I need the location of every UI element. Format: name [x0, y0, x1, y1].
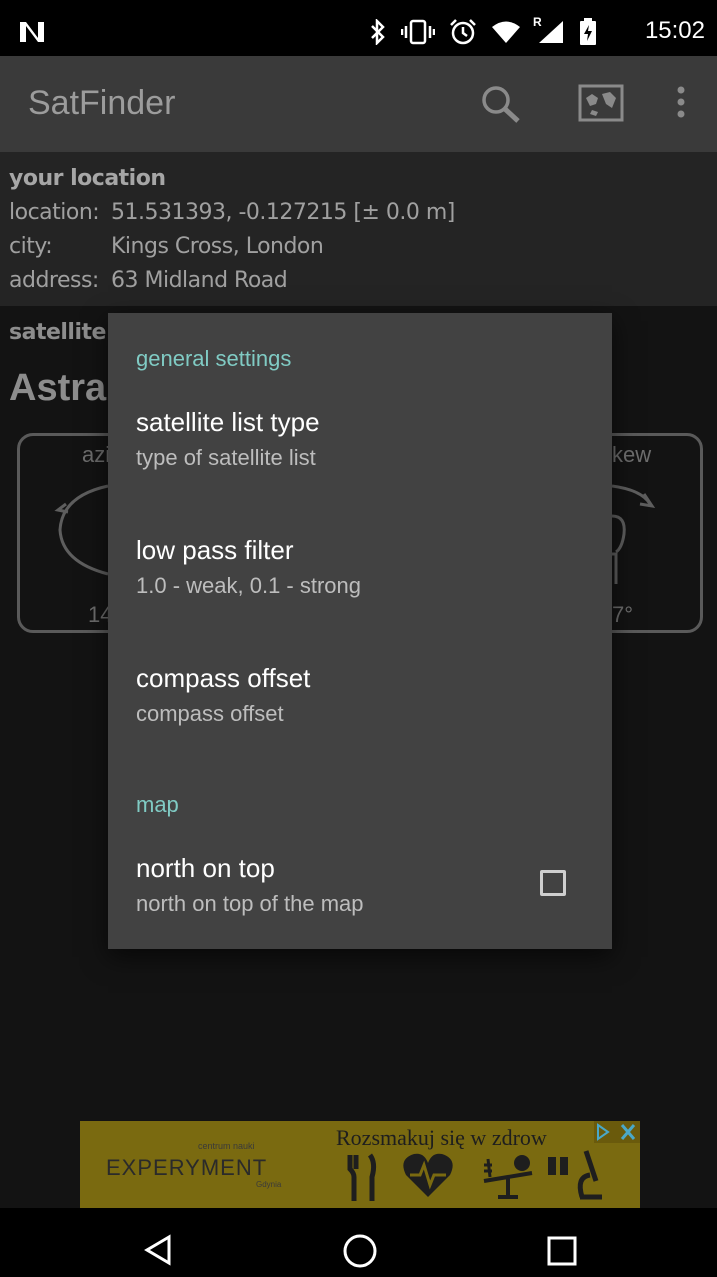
ad-fork-knife-icon [347, 1153, 377, 1201]
city-label: city: [9, 234, 53, 259]
satellite-name: Astra [9, 367, 107, 409]
ad-heart-icon [403, 1153, 453, 1197]
pref-satellite-list-type[interactable]: satellite list type type of satellite li… [108, 393, 612, 503]
pref-compass-offset[interactable]: compass offset compass offset [108, 649, 612, 759]
status-bar: R 15:02 [0, 0, 717, 56]
app-title: SatFinder [28, 84, 176, 122]
pref-summary: 1.0 - weak, 0.1 - strong [136, 573, 361, 598]
location-row: location: 51.531393, -0.127215 [± 0.0 m] [9, 200, 455, 225]
ad-scale-icon [483, 1155, 533, 1199]
signal-icon [539, 21, 563, 43]
skew-value: 7° [612, 602, 634, 627]
general-settings-header: general settings [136, 346, 292, 371]
back-icon[interactable] [144, 1234, 172, 1266]
location-header: your location [9, 166, 166, 191]
ad-lab-icon [548, 1150, 602, 1200]
skew-dish-icon [612, 484, 656, 584]
map-icon[interactable] [578, 84, 624, 122]
ad-brand-small: centrum nauki [198, 1141, 255, 1151]
azimuth-label: azi [82, 442, 111, 467]
pref-summary: type of satellite list [136, 445, 316, 470]
settings-dialog: general settings satellite list type typ… [108, 313, 612, 949]
vibrate-icon [401, 19, 435, 45]
skew-label: kew [612, 442, 652, 467]
location-value: 51.531393, -0.127215 [± 0.0 m] [111, 200, 455, 225]
ad-slogan: Rozsmakuj się w zdrow [336, 1125, 547, 1150]
nav-bar [0, 1208, 717, 1277]
pref-north-on-top[interactable]: north on top north on top of the map [108, 839, 612, 949]
north-on-top-checkbox[interactable] [540, 870, 566, 896]
pref-title: compass offset [136, 663, 311, 693]
pref-summary: north on top of the map [136, 891, 364, 916]
search-icon[interactable] [480, 84, 524, 124]
recents-icon[interactable] [546, 1235, 578, 1267]
home-icon[interactable] [342, 1233, 378, 1269]
address-row: address: 63 Midland Road [9, 268, 288, 293]
pref-title: north on top [136, 853, 275, 883]
azimuth-arc-icon [54, 484, 109, 576]
location-label: location: [9, 200, 100, 225]
ad-brand-city: Gdynia [256, 1180, 282, 1189]
pref-summary: compass offset [136, 701, 284, 726]
ad-banner[interactable]: centrum nauki EXPERYMENT Gdynia Rozsmaku… [80, 1121, 640, 1208]
status-clock: 15:02 [644, 17, 705, 44]
city-value: Kings Cross, London [111, 234, 324, 259]
wifi-icon [492, 21, 520, 43]
map-settings-header: map [136, 792, 179, 817]
battery-icon [580, 18, 596, 45]
pref-title: low pass filter [136, 535, 294, 565]
ad-brand: EXPERYMENT [106, 1155, 268, 1180]
status-icons: R [369, 15, 597, 46]
address-value: 63 Midland Road [111, 268, 288, 293]
address-label: address: [9, 268, 99, 293]
overflow-menu-icon[interactable] [674, 84, 688, 120]
bluetooth-icon [371, 19, 385, 45]
alarm-icon [450, 19, 476, 45]
city-row: city: Kings Cross, London [9, 234, 324, 259]
ad-close-icon[interactable] [594, 1121, 640, 1143]
satellite-label: satellite [9, 320, 106, 345]
pref-low-pass-filter[interactable]: low pass filter 1.0 - weak, 0.1 - strong [108, 521, 612, 631]
pref-title: satellite list type [136, 407, 320, 437]
notification-n-icon [20, 22, 44, 42]
